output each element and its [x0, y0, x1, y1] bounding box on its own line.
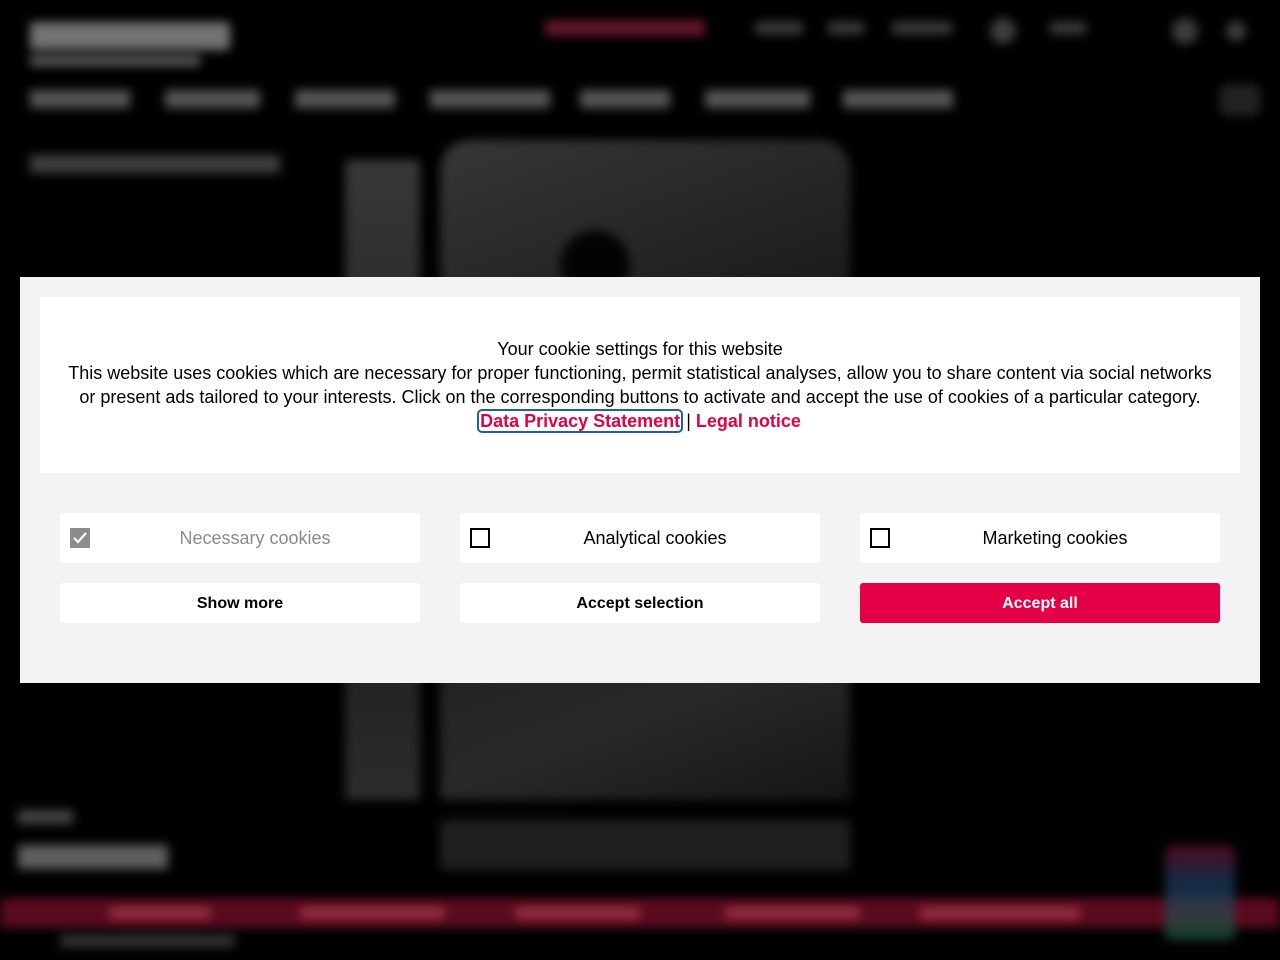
nav-item: [295, 90, 395, 108]
necessary-cookies-checkbox: [70, 528, 90, 548]
cookie-consent-dialog: Your cookie settings for this website Th…: [20, 277, 1260, 683]
site-logo-tagline: [30, 56, 200, 66]
top-bar-item: [1050, 22, 1086, 34]
analytical-cookies-label[interactable]: Analytical cookies: [490, 513, 820, 563]
globe-icon: [990, 18, 1016, 44]
accept-selection-button[interactable]: Accept selection: [460, 583, 820, 623]
feature-strip-item: [300, 907, 445, 919]
cart-icon: [1226, 21, 1246, 41]
marketing-cookies-option[interactable]: Marketing cookies: [860, 513, 1220, 563]
product-label: [18, 810, 73, 824]
data-privacy-link[interactable]: Data Privacy Statement: [477, 409, 684, 433]
cookie-links: Data Privacy Statement | Legal notice: [66, 409, 1214, 433]
legal-notice-link[interactable]: Legal notice: [696, 411, 801, 431]
breadcrumb: [30, 155, 280, 173]
user-icon: [1172, 18, 1198, 44]
necessary-cookies-option: Necessary cookies: [60, 513, 420, 563]
feedback-widget: [1165, 845, 1235, 940]
nav-item: [843, 90, 953, 108]
feature-strip-item: [725, 907, 860, 919]
top-bar-item: [828, 22, 864, 34]
necessary-cookies-label: Necessary cookies: [179, 527, 331, 548]
top-bar-item: [755, 22, 803, 34]
top-bar-highlight: [545, 20, 705, 36]
feature-strip-item: [515, 907, 640, 919]
accept-all-button[interactable]: Accept all: [860, 583, 1220, 623]
marketing-cookies-checkbox[interactable]: [870, 528, 890, 548]
footer-text: [60, 935, 235, 947]
check-icon: [73, 532, 87, 544]
cookie-dialog-description: This website uses cookies which are nece…: [68, 363, 1212, 407]
site-logo: [30, 22, 230, 50]
nav-item: [165, 90, 260, 108]
nav-item: [30, 90, 130, 108]
product-info: [440, 820, 850, 870]
top-bar-item: [892, 22, 952, 34]
feature-strip-item: [110, 907, 210, 919]
product-title: [18, 845, 168, 869]
nav-item: [580, 90, 670, 108]
cookie-info-panel: Your cookie settings for this website Th…: [40, 297, 1240, 473]
feature-strip-item: [920, 907, 1080, 919]
analytical-cookies-checkbox[interactable]: [470, 528, 490, 548]
nav-item: [705, 90, 810, 108]
show-more-button[interactable]: Show more: [60, 583, 420, 623]
marketing-cookies-label[interactable]: Marketing cookies: [890, 513, 1220, 563]
search-icon: [1220, 85, 1260, 115]
link-separator: |: [686, 411, 691, 431]
nav-item: [430, 90, 550, 108]
analytical-cookies-option[interactable]: Analytical cookies: [460, 513, 820, 563]
cookie-dialog-title: Your cookie settings for this website: [497, 339, 783, 359]
